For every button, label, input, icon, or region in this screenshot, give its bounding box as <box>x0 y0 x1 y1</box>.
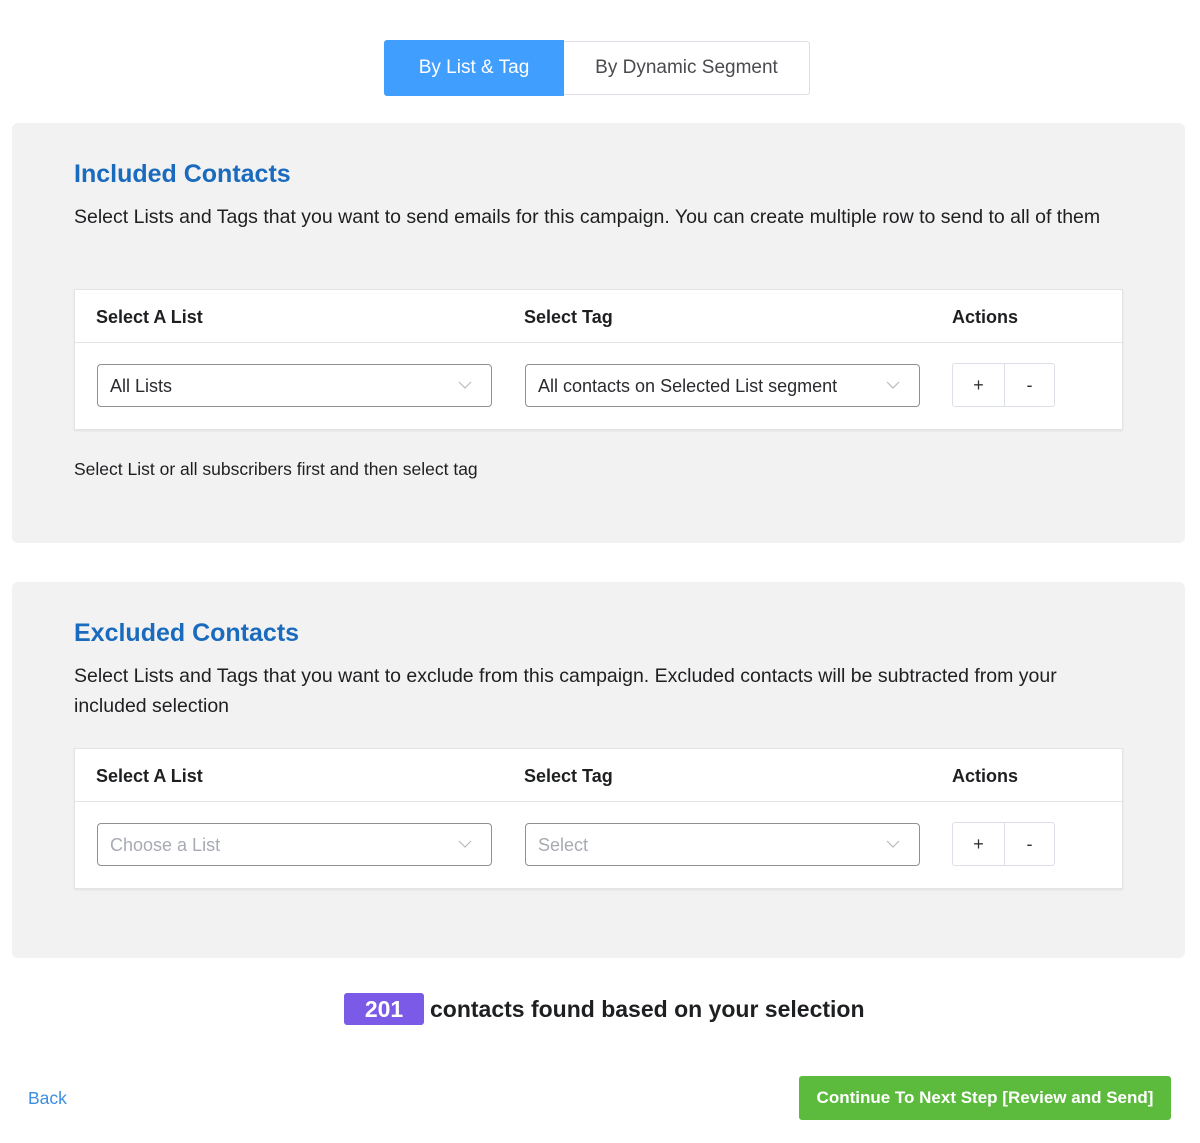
contacts-count-summary: 201 contacts found based on your selecti… <box>344 993 865 1025</box>
campaign-recipients-page: By List & Tag By Dynamic Segment Include… <box>0 0 1200 1143</box>
column-header-tag: Select Tag <box>524 307 613 327</box>
continue-next-step-button[interactable]: Continue To Next Step [Review and Send] <box>799 1076 1171 1120</box>
included-contacts-panel: Included Contacts Select Lists and Tags … <box>12 123 1185 543</box>
excluded-list-select[interactable]: Choose a List <box>97 823 492 866</box>
back-link[interactable]: Back <box>28 1088 67 1109</box>
table-header: Select A List Select Tag Actions <box>75 290 1122 343</box>
excluded-tag-select[interactable]: Select <box>525 823 920 866</box>
included-tag-value: All contacts on Selected List segment <box>538 376 838 396</box>
excluded-list-placeholder: Choose a List <box>110 835 221 855</box>
recipient-mode-tabs: By List & Tag By Dynamic Segment <box>384 40 810 96</box>
excluded-contacts-description: Select Lists and Tags that you want to e… <box>74 665 1057 717</box>
tab-by-list-and-tag[interactable]: By List & Tag <box>384 40 564 96</box>
excluded-rules-table: Select A List Select Tag Actions Choose … <box>74 748 1123 889</box>
excluded-contacts-title: Excluded Contacts <box>74 619 300 647</box>
included-list-value: All Lists <box>110 376 173 396</box>
included-contacts-title: Included Contacts <box>74 160 291 188</box>
contacts-count-badge: 201 <box>344 993 424 1025</box>
column-header-list: Select A List <box>96 307 203 327</box>
excluded-contacts-panel: Excluded Contacts Select Lists and Tags … <box>12 582 1185 958</box>
add-row-button[interactable]: + <box>952 363 1005 407</box>
excluded-row-actions: + - <box>952 822 1055 866</box>
included-list-select[interactable]: All Lists <box>97 364 492 407</box>
remove-row-button[interactable]: - <box>1005 363 1055 407</box>
included-row-actions: + - <box>952 363 1055 407</box>
column-header-tag: Select Tag <box>524 766 613 786</box>
included-rules-table: Select A List Select Tag Actions All Lis… <box>74 289 1123 430</box>
column-header-actions: Actions <box>952 766 1019 786</box>
chevron-down-icon <box>458 381 472 389</box>
column-header-actions: Actions <box>952 307 1019 327</box>
column-header-list: Select A List <box>96 766 203 786</box>
chevron-down-icon <box>458 840 472 848</box>
table-header: Select A List Select Tag Actions <box>75 749 1122 802</box>
remove-row-button[interactable]: - <box>1005 822 1055 866</box>
included-hint-text: Select List or all subscribers first and… <box>74 459 478 479</box>
included-tag-select[interactable]: All contacts on Selected List segment <box>525 364 920 407</box>
add-row-button[interactable]: + <box>952 822 1005 866</box>
excluded-tag-placeholder: Select <box>538 835 589 855</box>
chevron-down-icon <box>886 840 900 848</box>
included-contacts-description: Select Lists and Tags that you want to s… <box>74 206 1101 228</box>
tab-by-dynamic-segment[interactable]: By Dynamic Segment <box>564 41 810 95</box>
contacts-count-text: contacts found based on your selection <box>430 995 865 1022</box>
chevron-down-icon <box>886 381 900 389</box>
